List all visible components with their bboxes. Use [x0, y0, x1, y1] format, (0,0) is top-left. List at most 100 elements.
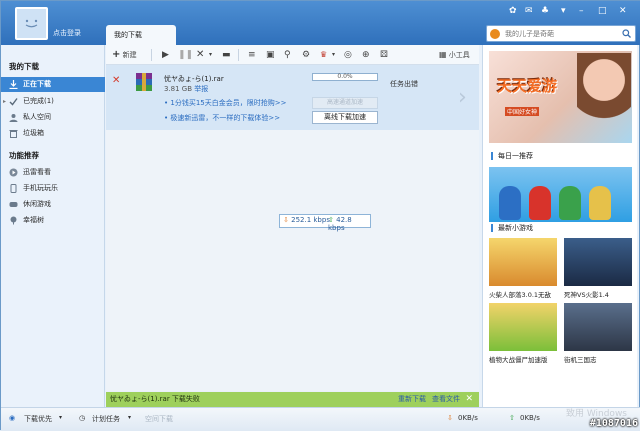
watermark-id: #1087016	[589, 418, 638, 429]
trash-icon	[9, 130, 18, 138]
tree-icon	[10, 216, 17, 225]
ad-banner[interactable]: 天天爱游 中国好女神	[489, 51, 632, 143]
share-icon[interactable]: ◎	[344, 48, 352, 62]
scheduled-tasks[interactable]: 计划任务	[92, 414, 120, 424]
phone-icon	[10, 184, 17, 193]
sidebar-item-private-space[interactable]: 私人空间	[1, 110, 105, 125]
high-speed-button[interactable]: 高速通道加速	[312, 97, 378, 109]
right-panel: 天天爱游 中国好女神 每日一推荐 最新小游戏 火柴人部落3.0.1无敌 死神VS…	[482, 45, 637, 407]
avatar[interactable]	[15, 7, 48, 40]
start-icon[interactable]: ▶	[162, 48, 169, 62]
promo-link-new[interactable]: • 极速新迅雷，不一样的下载体验>>	[164, 113, 280, 123]
retry-link[interactable]: 重新下载	[398, 392, 426, 407]
error-x-icon[interactable]: ✕	[112, 75, 120, 86]
sidebar: 我的下载 正在下载 ▸ 已完成(1) 私人空间 垃圾箱 功能推荐 迅雷看看 手机…	[1, 45, 105, 407]
sidebar-item-completed[interactable]: ▸ 已完成(1)	[1, 94, 105, 109]
sidebar-item-happy-tree[interactable]: 幸福树	[1, 213, 105, 228]
pause-icon[interactable]: ❚❚	[178, 48, 193, 62]
file-name: 忧ヤゐょ-ら(1).rar	[164, 75, 224, 83]
sidebar-item-label: 手机玩玩乐	[23, 184, 58, 192]
user-icon	[9, 114, 18, 122]
speed-icon[interactable]: ⊕	[362, 48, 370, 62]
plus-icon: +	[112, 49, 121, 60]
download-list: ✕ 忧ヤゐょ-ら(1).rar 3.81 GB 举报 0.0% 任务出错 • 1…	[106, 65, 479, 391]
properties-icon[interactable]: ▣	[266, 48, 275, 62]
clock-icon[interactable]: ◷	[79, 414, 85, 422]
speed-mode-icon[interactable]: ◉	[9, 414, 15, 422]
idle-download[interactable]: 空间下载	[145, 414, 173, 424]
download-speed: ⇩ 252.1 kbps	[283, 216, 330, 224]
close-icon[interactable]: ✕	[619, 6, 627, 16]
skin-icon[interactable]: ✿	[509, 6, 517, 16]
failure-notice: 忧ヤゐょ-ら(1).rar 下载失败 重新下载 查看文件 ✕	[106, 392, 479, 407]
new-task-label: 新建	[122, 51, 137, 59]
menu-icon[interactable]: ▾	[561, 6, 566, 16]
title-bar: 点击登录 我的下载 ✿ ✉ ♣ ▾ – □ ✕	[1, 1, 640, 45]
sidebar-item-mobile[interactable]: 手机玩玩乐	[1, 181, 105, 196]
featured-game-image[interactable]	[489, 167, 632, 222]
task-row[interactable]: ✕ 忧ヤゐょ-ら(1).rar 3.81 GB 举报 0.0% 任务出错 • 1…	[106, 65, 479, 130]
tab-my-downloads[interactable]: 我的下载	[106, 25, 176, 45]
banner-subtitle: 中国好女神	[505, 107, 540, 116]
speed-indicator: ⇩ 252.1 kbps ⇧ 42.8 kbps	[279, 214, 371, 232]
login-link[interactable]: 点击登录	[53, 28, 81, 38]
divider	[238, 49, 239, 61]
game-tool-icon[interactable]: ⚄	[380, 48, 388, 62]
download-priority[interactable]: 下载优先	[24, 414, 52, 424]
status-download-speed: 0KB/s	[458, 414, 478, 422]
daily-recommend-title: 每日一推荐	[491, 152, 533, 160]
tools-button[interactable]: ▦ 小工具	[439, 48, 470, 62]
new-games-title: 最新小游戏	[491, 224, 533, 232]
vip-icon[interactable]: ♛	[320, 48, 327, 62]
vip-dropdown-icon[interactable]: ▾	[332, 48, 335, 62]
promo-link-vip[interactable]: • 1分钱买15天白金会员，限时抢购>>	[164, 98, 286, 108]
game-name[interactable]: 植物大战僵尸加速版	[489, 354, 548, 364]
priority-dropdown-icon[interactable]: ▾	[59, 414, 62, 421]
promo-text: 极速新迅雷，不一样的下载体验>>	[170, 114, 281, 122]
game-thumbnail[interactable]	[564, 303, 632, 351]
game-thumbnail[interactable]	[489, 238, 557, 286]
report-link[interactable]: 举报	[194, 85, 208, 93]
game-thumbnail[interactable]	[489, 303, 557, 351]
divider	[151, 49, 152, 61]
sidebar-item-label: 已完成(1)	[23, 97, 54, 105]
game-thumbnail[interactable]	[564, 238, 632, 286]
close-notice-icon[interactable]: ✕	[465, 392, 473, 407]
search-input[interactable]	[505, 28, 605, 40]
message-icon[interactable]: ✉	[525, 6, 533, 16]
file-size: 3.81 GB	[164, 85, 193, 93]
task-status: 任务出错	[390, 80, 418, 88]
next-arrow-icon[interactable]: ›	[458, 85, 467, 110]
search-tool-icon[interactable]: ⚲	[284, 48, 291, 62]
up-arrow-icon: ⇧	[509, 414, 515, 422]
folder-icon[interactable]: ▬	[222, 48, 231, 62]
offline-download-button[interactable]: 离线下载加速	[312, 111, 378, 124]
new-task-button[interactable]: + 新建	[112, 48, 137, 62]
game-name[interactable]: 死神VS火影1.4	[564, 289, 609, 299]
notice-text: 忧ヤゐょ-ら(1).rar 下载失败	[110, 395, 200, 403]
delete-dropdown-icon[interactable]: ▾	[209, 48, 212, 62]
sidebar-item-label: 私人空间	[23, 113, 51, 121]
sidebar-item-downloading[interactable]: 正在下载	[1, 77, 105, 92]
sort-icon[interactable]: ≡	[248, 48, 256, 62]
game-name[interactable]: 街机三国志	[564, 354, 597, 364]
minimize-icon[interactable]: –	[579, 6, 584, 16]
sidebar-item-kankan[interactable]: 迅雷看看	[1, 165, 105, 180]
toolbox-icon: ▦	[439, 50, 447, 59]
settings-icon[interactable]: ⚙	[302, 48, 310, 62]
bullet-icon: •	[164, 114, 169, 122]
plan-dropdown-icon[interactable]: ▾	[128, 414, 131, 421]
maximize-icon[interactable]: □	[598, 6, 607, 16]
sidebar-item-games[interactable]: 休闲游戏	[1, 197, 105, 212]
game-name[interactable]: 火柴人部落3.0.1无敌	[489, 289, 551, 299]
progress-bar: 0.0%	[312, 73, 378, 81]
search-icon[interactable]	[622, 29, 631, 38]
delete-icon[interactable]: ✕	[196, 48, 204, 62]
app-icon[interactable]: ♣	[541, 6, 549, 16]
view-file-link[interactable]: 查看文件	[432, 392, 460, 407]
search-box[interactable]	[486, 25, 636, 42]
play-circle-icon	[9, 168, 18, 177]
expand-arrow-icon[interactable]: ▸	[3, 94, 6, 109]
sidebar-item-trash[interactable]: 垃圾箱	[1, 126, 105, 141]
file-size-row: 3.81 GB 举报	[164, 84, 208, 94]
